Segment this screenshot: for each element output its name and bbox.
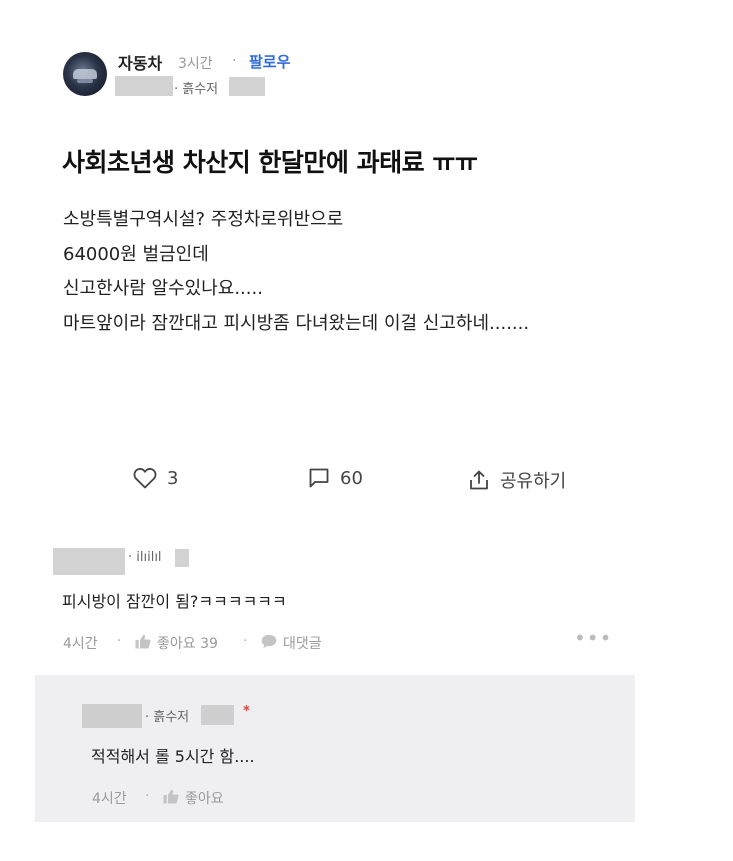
reply-label: 대댓글 [283,636,322,652]
separator-dot: · [243,633,248,649]
like-count: 3 [167,467,179,489]
redacted-commenter-block [53,548,125,575]
heart-icon [133,467,157,489]
share-button[interactable]: 공유하기 [468,467,566,493]
reply-like-button[interactable]: 좋아요 [163,788,224,808]
separator-dot: · [145,788,150,804]
redacted-block [175,549,189,567]
comment-author-company: · ilıilıl [128,550,162,565]
avatar[interactable] [63,52,107,96]
reply-button[interactable]: 대댓글 [261,633,322,653]
redacted-block [229,77,265,96]
post-author-company: · 흙수저 [174,82,219,97]
post-title: 사회초년생 차산지 한달만에 과태료 ㅠㅠ [62,148,478,177]
thumbs-up-icon [163,789,179,808]
reply-author-company: · 흙수저 [145,710,190,725]
redacted-commenter-block [82,704,142,728]
post-time: 3시간 [178,56,213,72]
separator-dot: · [117,633,122,649]
speech-bubble-icon [261,634,277,653]
comment-text: 피시방이 잠깐이 됨?ㅋㅋㅋㅋㅋㅋ [62,592,287,611]
share-icon [468,469,490,491]
more-options-icon[interactable]: ••• [574,626,612,650]
post-body-line: 소방특별구역시설? 주정차로위반으로 [63,209,344,230]
comment-like-label: 좋아요 39 [157,636,218,652]
post-body-line: 마트앞이라 잠깐대고 피시방좀 다녀왔는데 이걸 신고하네....... [63,313,530,334]
comment-button[interactable]: 60 [308,467,363,489]
comment-like-button[interactable]: 좋아요 39 [135,633,218,653]
reply-time: 4시간 [92,791,127,807]
comment-bubble-icon [308,467,330,489]
comment-count: 60 [340,467,363,489]
reply-text: 적적해서 롤 5시간 함.... [91,747,255,766]
post-body-line: 64000원 벌금인데 [63,244,209,265]
post-body-line: 신고한사람 알수있나요..... [63,278,263,299]
follow-button[interactable]: 팔로우 [249,51,290,72]
redacted-block [201,705,234,725]
comment-time: 4시간 [63,636,98,652]
like-button[interactable]: 3 [133,467,178,489]
separator-dot: · [232,53,237,69]
redacted-company-block [115,76,173,96]
author-badge: * [243,704,250,719]
reply-like-label: 좋아요 [185,791,224,807]
car-icon [73,69,97,79]
thumbs-up-icon [135,634,151,653]
post-author[interactable]: 자동차 [118,50,162,74]
share-label: 공유하기 [500,471,567,492]
car-bumper-icon [77,79,93,83]
